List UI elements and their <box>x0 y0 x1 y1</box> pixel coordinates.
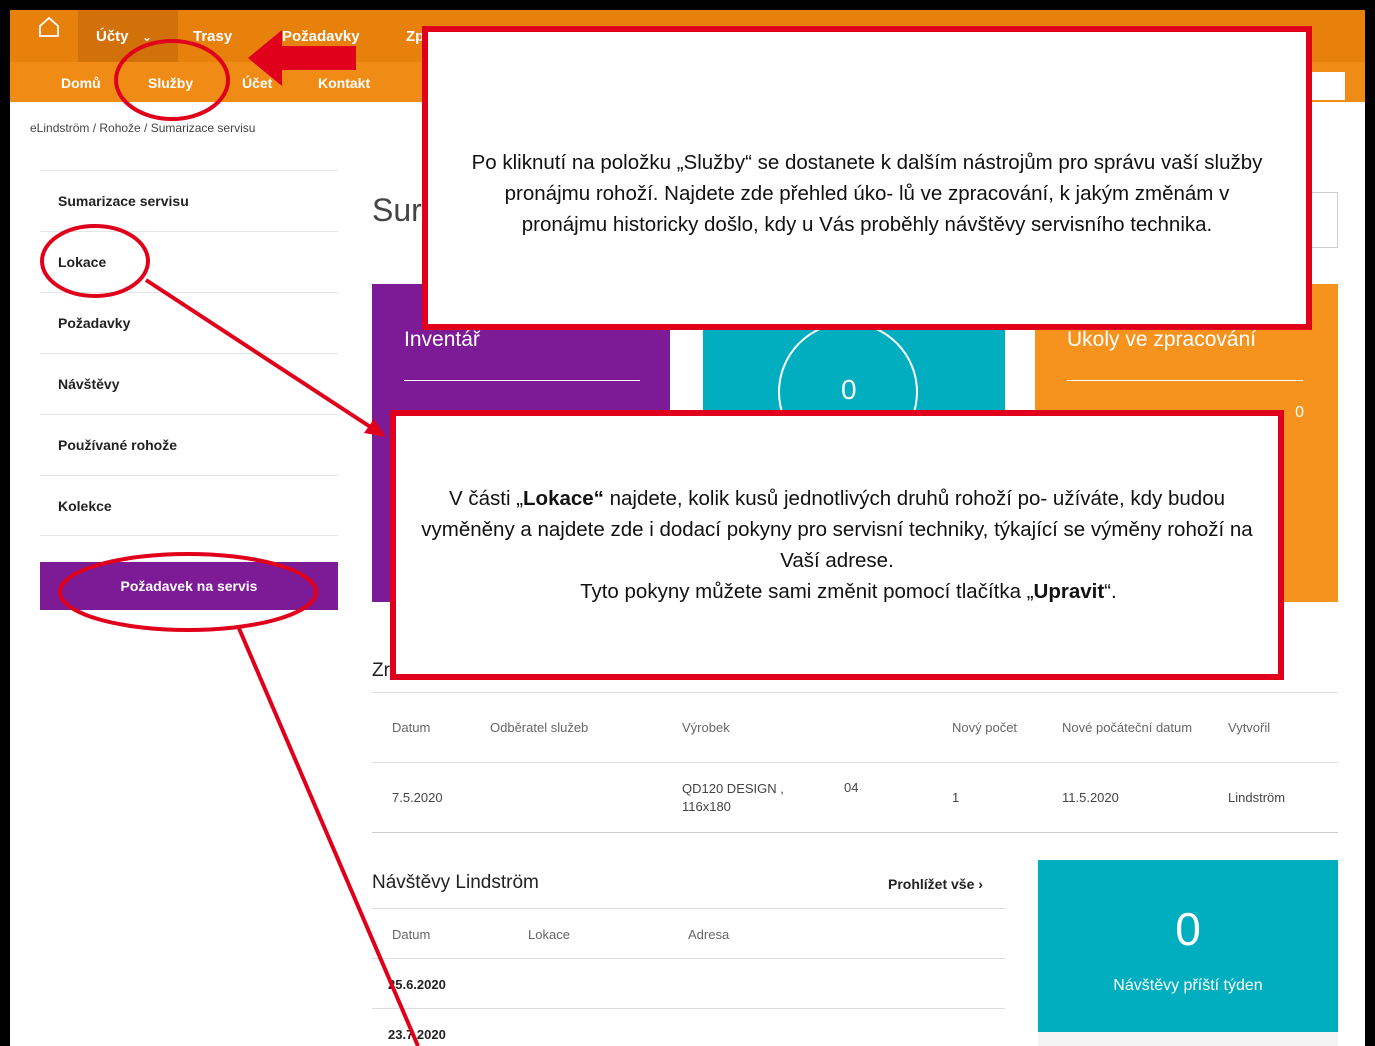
sidebar-item-pozadavky[interactable]: Požadavky <box>40 292 338 353</box>
card-divider <box>404 380 640 381</box>
home-icon[interactable] <box>38 16 60 38</box>
summary-card-value: 0 <box>841 374 857 405</box>
top-nav-item-trasy[interactable]: Trasy <box>193 28 232 45</box>
sidebar-item-pouzivane-rohoze[interactable]: Používané rohože <box>40 414 338 475</box>
annotation-text-sluzby: Po kliknutí na položku „Služby“ se dosta… <box>471 150 1263 236</box>
visits-col-datum: Datum <box>392 927 431 942</box>
view-all-link[interactable]: Prohlížet vše › <box>888 876 983 892</box>
sidebar-item-lokace[interactable]: Lokace <box>40 231 338 292</box>
inventory-card-title: Inventář <box>404 328 480 351</box>
sidebar: Sumarizace servisu Lokace Požadavky Návš… <box>40 170 338 536</box>
sub-nav-item-kontakt[interactable]: Kontakt <box>318 75 370 91</box>
table-header-row: Datum Odběratel služeb Výrobek Nový poče… <box>372 692 1338 763</box>
visits-header-row: Datum Lokace Adresa <box>372 908 1005 958</box>
visits-list: Datum Lokace Adresa 25.6.2020 23.7.2020 <box>372 908 1005 1046</box>
table-row[interactable]: 7.5.2020 QD120 DESIGN , 116x180 04 1 11.… <box>372 762 1338 833</box>
frame-border <box>0 0 10 1046</box>
next-week-visits-card[interactable]: 0 Návštěvy příští týden <box>1038 860 1338 1032</box>
tasks-card-title: Úkoly ve zpracování <box>1067 328 1257 351</box>
list-item[interactable]: 23.7.2020 <box>372 1008 1005 1046</box>
changes-title: Zr <box>372 660 390 681</box>
cell-datum: 7.5.2020 <box>372 762 470 833</box>
breadcrumb: eLindström / Rohože / Sumarizace servisu <box>30 121 256 135</box>
sidebar-item-sumarizace[interactable]: Sumarizace servisu <box>40 170 338 231</box>
sidebar-item-kolekce[interactable]: Kolekce <box>40 475 338 536</box>
col-header-odberatel: Odběratel služeb <box>470 692 662 763</box>
visits-title: Návštěvy Lindström <box>372 872 539 893</box>
cell-novy-pocet: 1 <box>932 762 1042 833</box>
annotation-text-bold: Upravit <box>1033 580 1105 603</box>
visits-col-adresa: Adresa <box>688 927 730 942</box>
sub-nav-item-sluzby[interactable]: Služby <box>148 75 193 91</box>
annotation-text-part: V části „ <box>448 487 524 510</box>
col-header-blank <box>834 692 932 763</box>
sub-nav-item-domu[interactable]: Domů <box>61 75 101 91</box>
service-request-button[interactable]: Požadavek na servis <box>40 562 338 610</box>
cell-odberatel <box>470 762 662 833</box>
annotation-text-bold: Lokace“ <box>523 487 604 510</box>
col-header-datum: Datum <box>372 692 470 763</box>
page-title: Sur <box>372 192 422 228</box>
sidebar-item-navstevy[interactable]: Návštěvy <box>40 353 338 414</box>
visit-date: 23.7.2020 <box>388 1027 446 1042</box>
cell-nove-datum: 11.5.2020 <box>1042 762 1208 833</box>
tasks-card-value: 0 <box>1295 404 1304 421</box>
frame-border <box>0 0 1375 10</box>
visits-col-lokace: Lokace <box>528 927 570 942</box>
annotation-text-part: Tyto pokyny můžete sami změnit pomocí tl… <box>580 580 1034 603</box>
next-week-value: 0 <box>1175 903 1201 955</box>
changes-table: Datum Odběratel služeb Výrobek Nový poče… <box>372 692 1338 833</box>
sub-nav-item-ucet[interactable]: Účet <box>242 75 272 91</box>
card-divider <box>1067 380 1303 381</box>
col-header-novy-pocet: Nový počet <box>932 692 1042 763</box>
col-header-vytvoril: Vytvořil <box>1208 692 1338 763</box>
col-header-vyrobek: Výrobek <box>662 692 834 763</box>
col-header-nove-datum: Nové počáteční datum <box>1042 692 1208 763</box>
annotation-callout-sluzby: Po kliknutí na položku „Služby“ se dosta… <box>422 26 1312 330</box>
top-nav-item-ucty[interactable]: Účty <box>96 28 129 45</box>
card-footer <box>1038 1032 1338 1046</box>
screenshot-frame: Účty ⌄ Trasy Požadavky Zp Domů Služby Úč… <box>0 0 1375 1046</box>
next-week-label: Návštěvy příští týden <box>1113 977 1263 994</box>
visit-date: 25.6.2020 <box>388 977 446 992</box>
top-nav-item-pozadavky[interactable]: Požadavky <box>282 28 360 45</box>
cell-code: 04 <box>834 762 932 833</box>
frame-border <box>1365 0 1375 1046</box>
annotation-callout-lokace: V části „Lokace“ najdete, kolik kusů jed… <box>390 410 1284 680</box>
chevron-down-icon: ⌄ <box>142 30 153 44</box>
list-item[interactable]: 25.6.2020 <box>372 958 1005 1008</box>
cell-vytvoril: Lindström <box>1208 762 1338 833</box>
annotation-text-lokace: V části „Lokace“ najdete, kolik kusů jed… <box>416 483 1258 607</box>
cell-vyrobek: QD120 DESIGN , 116x180 <box>662 762 834 833</box>
annotation-text-part: “. <box>1104 580 1117 603</box>
